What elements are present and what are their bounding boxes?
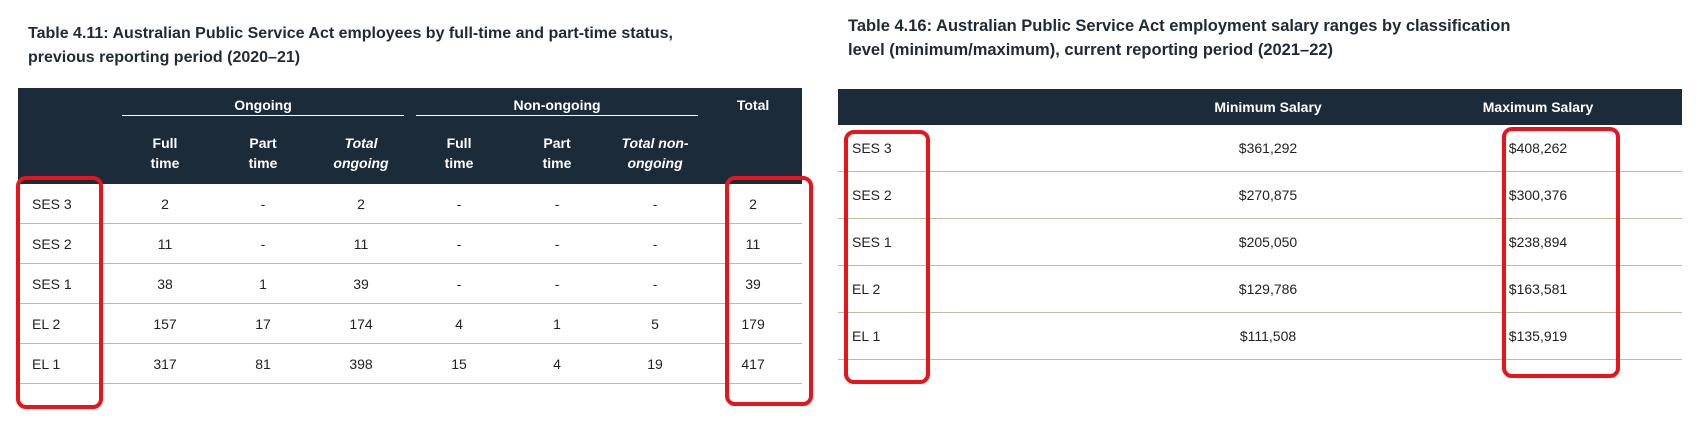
- table-cell: -: [508, 223, 607, 264]
- table-cell: 157: [116, 303, 214, 344]
- table-cell: 15: [410, 343, 509, 384]
- subheader-nonongoing-part-time: Part time: [508, 122, 607, 184]
- table-cell: -: [214, 184, 312, 224]
- table-cell: 11: [116, 223, 214, 264]
- table-cell: 81: [214, 343, 312, 384]
- table-cell: $361,292: [1142, 125, 1394, 172]
- highlight-left-total: [725, 176, 813, 406]
- table-cell: 4: [508, 343, 607, 384]
- table-cell: 317: [116, 343, 214, 384]
- table-cell: $270,875: [1142, 171, 1394, 219]
- subheader-nonongoing-full-time: Full time: [410, 122, 509, 184]
- highlight-left-labels: [16, 176, 103, 409]
- table-cell: -: [410, 223, 509, 264]
- table-cell: -: [606, 184, 705, 224]
- left-table-title-line1: Table 4.11: Australian Public Service Ac…: [28, 25, 673, 42]
- table-cell: -: [508, 184, 607, 224]
- right-table-title: Table 4.16: Australian Public Service Ac…: [848, 14, 1510, 62]
- table-cell: 17: [214, 303, 312, 344]
- table-cell: -: [410, 184, 509, 224]
- table-row: SES 3 2 - 2 - - - 2: [18, 184, 803, 224]
- table-row: EL 2 157 17 174 4 1 5 179: [18, 303, 803, 344]
- table-row: SES 1 38 1 39 - - - 39: [18, 263, 803, 304]
- subheader-total-blank: [704, 122, 803, 184]
- header-blank: [838, 89, 1142, 125]
- table-cell: 11: [312, 223, 411, 264]
- header-non-ongoing: Non-ongoing: [410, 88, 705, 122]
- left-table-title: Table 4.11: Australian Public Service Ac…: [28, 22, 673, 70]
- table-row: EL 1 317 81 398 15 4 19 417: [18, 343, 803, 384]
- subheader-total-ongoing: Total ongoing: [312, 122, 411, 184]
- table-cell: 398: [312, 343, 411, 384]
- header-total: Total: [704, 88, 803, 122]
- table-cell: -: [508, 263, 607, 304]
- header-minimum-salary: Minimum Salary: [1142, 89, 1394, 125]
- table-cell: -: [214, 223, 312, 264]
- table-cell: 2: [116, 184, 214, 224]
- table-cell: 5: [606, 303, 705, 344]
- subheader-part-time: Part time: [214, 122, 312, 184]
- table-cell: $205,050: [1142, 218, 1394, 266]
- highlight-right-labels: [844, 130, 930, 384]
- right-table-title-line1: Table 4.16: Australian Public Service Ac…: [848, 17, 1511, 35]
- table-cell: $129,786: [1142, 265, 1394, 313]
- subheader-blank: [18, 122, 116, 184]
- table-cell: -: [606, 263, 705, 304]
- table-cell: 38: [116, 263, 214, 304]
- table-cell: -: [606, 223, 705, 264]
- employees-status-table: Ongoing Non-ongoing Total Full time Part t…: [18, 88, 803, 384]
- table-cell: 19: [606, 343, 705, 384]
- table-cell: 174: [312, 303, 411, 344]
- table-cell: 39: [312, 263, 411, 304]
- table-cell: 1: [214, 263, 312, 304]
- subheader-total-non-ongoing: Total non-ongoing: [606, 122, 705, 184]
- right-table-title-line2: level (minimum/maximum), current reporti…: [848, 41, 1334, 59]
- subheader-full-time: Full time: [116, 122, 214, 184]
- table-cell: 1: [508, 303, 607, 344]
- header-blank: [18, 88, 116, 122]
- table-cell: $111,508: [1142, 312, 1394, 360]
- table-cell: -: [410, 263, 509, 304]
- table-row: SES 2 11 - 11 - - - 11: [18, 223, 803, 264]
- header-maximum-salary: Maximum Salary: [1394, 89, 1682, 125]
- table-cell: 2: [312, 184, 411, 224]
- highlight-right-maximum: [1502, 127, 1620, 378]
- header-ongoing: Ongoing: [116, 88, 411, 122]
- table-cell: 4: [410, 303, 509, 344]
- left-table-title-line2: previous reporting period (2020–21): [28, 49, 301, 66]
